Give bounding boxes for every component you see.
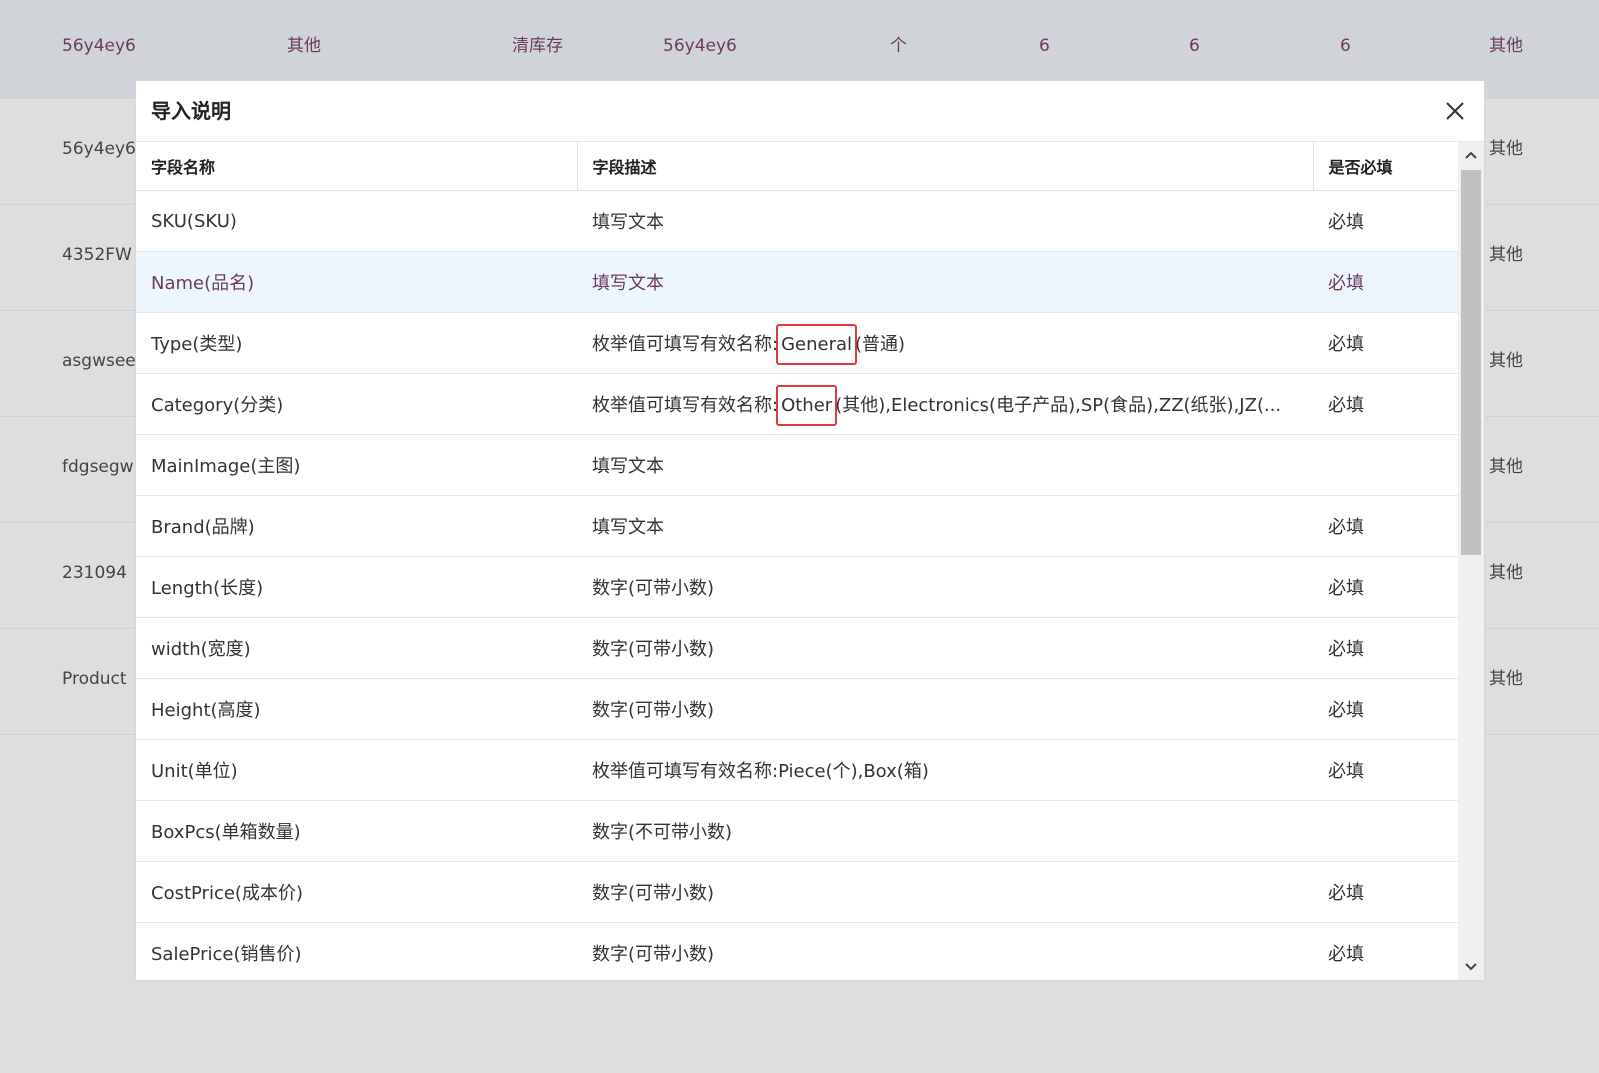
chevron-down-icon — [1465, 963, 1477, 971]
background-cell: 其他 — [1489, 36, 1523, 56]
import-instructions-dialog: 导入说明 字段名称 字段描述 是否必填 SKU(SKU) 填写文本 必填 Name(品… — [135, 80, 1485, 981]
table-row[interactable]: CostPrice(成本价) 数字(可带小数) 必填 — [136, 861, 1459, 923]
dialog-title: 导入说明 — [151, 99, 231, 123]
table-row[interactable]: Category(分类) 枚举值可填写有效名称: Other (其他),Electro… — [136, 373, 1459, 435]
annotated-enum-value: General — [776, 324, 858, 365]
background-cell: 其他 — [287, 36, 321, 56]
table-row[interactable]: Name(品名) 填写文本 必填 — [136, 251, 1459, 313]
field-name-cell: Brand(品牌) — [136, 495, 577, 557]
field-name-cell: Name(品名) — [136, 251, 577, 313]
column-header-field-description: 字段描述 — [577, 142, 1314, 191]
background-cell: asgwsee — [62, 351, 136, 371]
required-cell: 必填 — [1313, 922, 1459, 980]
field-name-cell: Type(类型) — [136, 312, 577, 374]
required-cell: 必填 — [1313, 495, 1459, 557]
table-row[interactable]: BoxPcs(单箱数量) 数字(不可带小数) — [136, 800, 1459, 862]
scrollbar-thumb[interactable] — [1461, 170, 1481, 555]
field-description-cell: 枚举值可填写有效名称: General (普通) — [577, 312, 1313, 374]
field-description-cell: 数字(可带小数) — [577, 556, 1313, 618]
close-button[interactable] — [1442, 98, 1468, 124]
annotated-enum-value: Other — [776, 385, 838, 426]
table-row[interactable]: Unit(单位) 枚举值可填写有效名称:Piece(个),Box(箱) 必填 — [136, 739, 1459, 801]
required-cell: 必填 — [1313, 678, 1459, 740]
description-prefix: 枚举值可填写有效名称: — [592, 334, 779, 355]
background-cell: 56y4ey6 — [663, 36, 737, 56]
field-description-cell: 数字(可带小数) — [577, 861, 1313, 923]
required-cell: 必填 — [1313, 556, 1459, 618]
required-cell: 必填 — [1313, 373, 1459, 435]
column-header-required: 是否必填 — [1313, 142, 1459, 191]
background-cell: 其他 — [1489, 139, 1523, 159]
scroll-up-button[interactable] — [1458, 142, 1484, 168]
background-cell: 6 — [1039, 36, 1050, 56]
scroll-down-button[interactable] — [1458, 954, 1484, 980]
table-row[interactable]: SalePrice(销售价) 数字(可带小数) 必填 — [136, 922, 1459, 980]
table-row[interactable]: SKU(SKU) 填写文本 必填 — [136, 190, 1459, 252]
background-cell: 56y4ey6 — [62, 36, 136, 56]
close-icon — [1446, 102, 1464, 120]
description-suffix: (普通) — [855, 334, 906, 355]
description-suffix: (其他),Electronics(电子产品),SP(食品),ZZ(纸张),JZ(… — [835, 395, 1282, 416]
field-description-cell: 枚举值可填写有效名称: Other (其他),Electronics(电子产品),S… — [577, 373, 1313, 435]
field-description-cell: 数字(可带小数) — [577, 922, 1313, 980]
background-cell: 4352FW — [62, 245, 132, 265]
table-row[interactable]: Length(长度) 数字(可带小数) 必填 — [136, 556, 1459, 618]
required-cell: 必填 — [1313, 190, 1459, 252]
background-cell: 清库存 — [512, 36, 563, 56]
dialog-header: 导入说明 — [136, 81, 1484, 142]
background-cell: 231094 — [62, 563, 127, 583]
field-description-cell: 填写文本 — [577, 495, 1313, 557]
field-name-cell: width(宽度) — [136, 617, 577, 679]
fields-table: 字段名称 字段描述 是否必填 SKU(SKU) 填写文本 必填 Name(品名) 填写文… — [136, 142, 1459, 980]
required-cell: 必填 — [1313, 739, 1459, 801]
table-header-row: 字段名称 字段描述 是否必填 — [136, 142, 1459, 191]
background-cell: 其他 — [1489, 563, 1523, 583]
background-cell: 其他 — [1489, 457, 1523, 477]
table-row[interactable]: Brand(品牌) 填写文本 必填 — [136, 495, 1459, 557]
field-description-cell: 填写文本 — [577, 251, 1313, 313]
background-cell: 其他 — [1489, 245, 1523, 265]
field-description-cell: 枚举值可填写有效名称:Piece(个),Box(箱) — [577, 739, 1313, 801]
field-description-cell: 数字(不可带小数) — [577, 800, 1313, 862]
field-name-cell: MainImage(主图) — [136, 434, 577, 496]
fields-table-container: 字段名称 字段描述 是否必填 SKU(SKU) 填写文本 必填 Name(品名) 填写文… — [136, 142, 1459, 980]
table-row[interactable]: Height(高度) 数字(可带小数) 必填 — [136, 678, 1459, 740]
field-description-cell: 填写文本 — [577, 190, 1313, 252]
background-cell: 56y4ey6 — [62, 139, 136, 159]
field-name-cell: SKU(SKU) — [136, 190, 577, 252]
table-row[interactable]: MainImage(主图) 填写文本 — [136, 434, 1459, 496]
background-cell: 6 — [1340, 36, 1351, 56]
field-name-cell: SalePrice(销售价) — [136, 922, 577, 980]
field-name-cell: Unit(单位) — [136, 739, 577, 801]
field-name-cell: Category(分类) — [136, 373, 577, 435]
field-description-cell: 填写文本 — [577, 434, 1313, 496]
column-header-field-name: 字段名称 — [136, 142, 578, 191]
field-name-cell: Length(长度) — [136, 556, 577, 618]
background-cell: 其他 — [1489, 351, 1523, 371]
required-cell — [1313, 434, 1459, 496]
field-description-cell: 数字(可带小数) — [577, 678, 1313, 740]
required-cell: 必填 — [1313, 617, 1459, 679]
required-cell: 必填 — [1313, 312, 1459, 374]
field-name-cell: CostPrice(成本价) — [136, 861, 577, 923]
required-cell — [1313, 800, 1459, 862]
required-cell: 必填 — [1313, 861, 1459, 923]
table-row[interactable]: Type(类型) 枚举值可填写有效名称: General (普通) 必填 — [136, 312, 1459, 374]
vertical-scrollbar[interactable] — [1458, 142, 1484, 980]
background-cell: Product — [62, 669, 127, 689]
chevron-up-icon — [1465, 151, 1477, 159]
required-cell: 必填 — [1313, 251, 1459, 313]
field-description-cell: 数字(可带小数) — [577, 617, 1313, 679]
field-name-cell: Height(高度) — [136, 678, 577, 740]
field-name-cell: BoxPcs(单箱数量) — [136, 800, 577, 862]
description-prefix: 枚举值可填写有效名称: — [592, 395, 779, 416]
background-cell: fdgsegw — [62, 457, 134, 477]
background-cell: 个 — [890, 36, 907, 56]
table-row[interactable]: width(宽度) 数字(可带小数) 必填 — [136, 617, 1459, 679]
background-cell: 其他 — [1489, 669, 1523, 689]
background-cell: 6 — [1189, 36, 1200, 56]
